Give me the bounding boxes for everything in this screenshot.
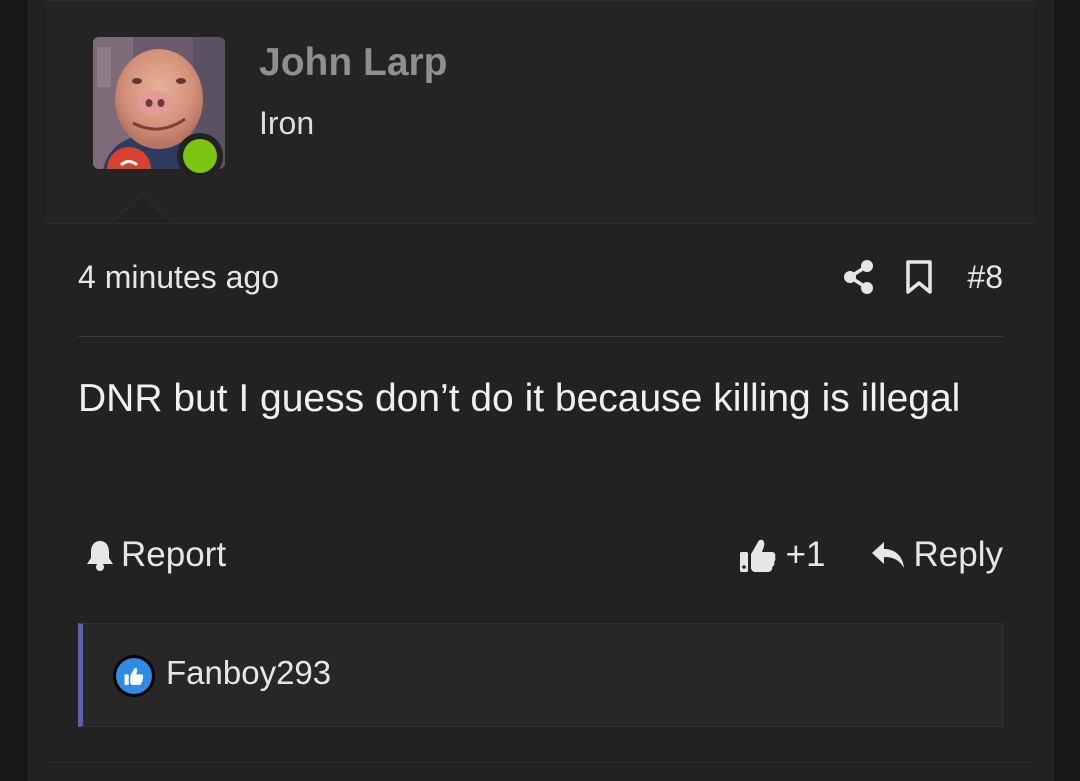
- post-reaction-actions: +1 Reply: [738, 532, 1003, 578]
- thumbs-up-icon: [739, 539, 776, 572]
- reply-button[interactable]: Reply: [870, 535, 1003, 575]
- like-reaction-icon: [113, 655, 155, 697]
- author-username[interactable]: John Larp: [259, 41, 448, 85]
- report-button[interactable]: Report: [85, 532, 226, 578]
- reactions-summary[interactable]: Fanboy293: [78, 623, 1003, 727]
- post-timestamp[interactable]: 4 minutes ago: [78, 259, 279, 296]
- forum-post: John Larp Iron 4 minutes ago #8 DNR but …: [28, 0, 1054, 781]
- reply-arrow-icon: [871, 542, 904, 568]
- bookmark-button[interactable]: [905, 259, 933, 295]
- like-count: +1: [785, 535, 826, 574]
- post-number-link[interactable]: #8: [967, 259, 1003, 296]
- bell-icon: [87, 541, 113, 571]
- share-icon: [844, 260, 874, 294]
- reply-label: Reply: [913, 535, 1003, 574]
- online-status-dot: [183, 139, 217, 173]
- like-button[interactable]: +1: [738, 535, 826, 575]
- post-meta-actions: #8: [843, 254, 1003, 300]
- reaction-user-link[interactable]: Fanboy293: [166, 654, 331, 692]
- like-reaction-badge: [116, 658, 152, 694]
- post-message: DNR but I guess don’t do it because kill…: [78, 377, 961, 420]
- post-divider: [78, 336, 1003, 337]
- like-reaction-thumb-icon: [124, 667, 144, 685]
- report-label: Report: [121, 535, 227, 574]
- post-bottom-border: [45, 762, 1035, 763]
- share-button[interactable]: [843, 259, 875, 295]
- author-user-title: Iron: [259, 105, 315, 141]
- header-pointer: [112, 195, 172, 223]
- bookmark-icon: [906, 260, 933, 294]
- post-author-header: John Larp Iron: [45, 0, 1035, 224]
- online-status-indicator: [177, 133, 223, 179]
